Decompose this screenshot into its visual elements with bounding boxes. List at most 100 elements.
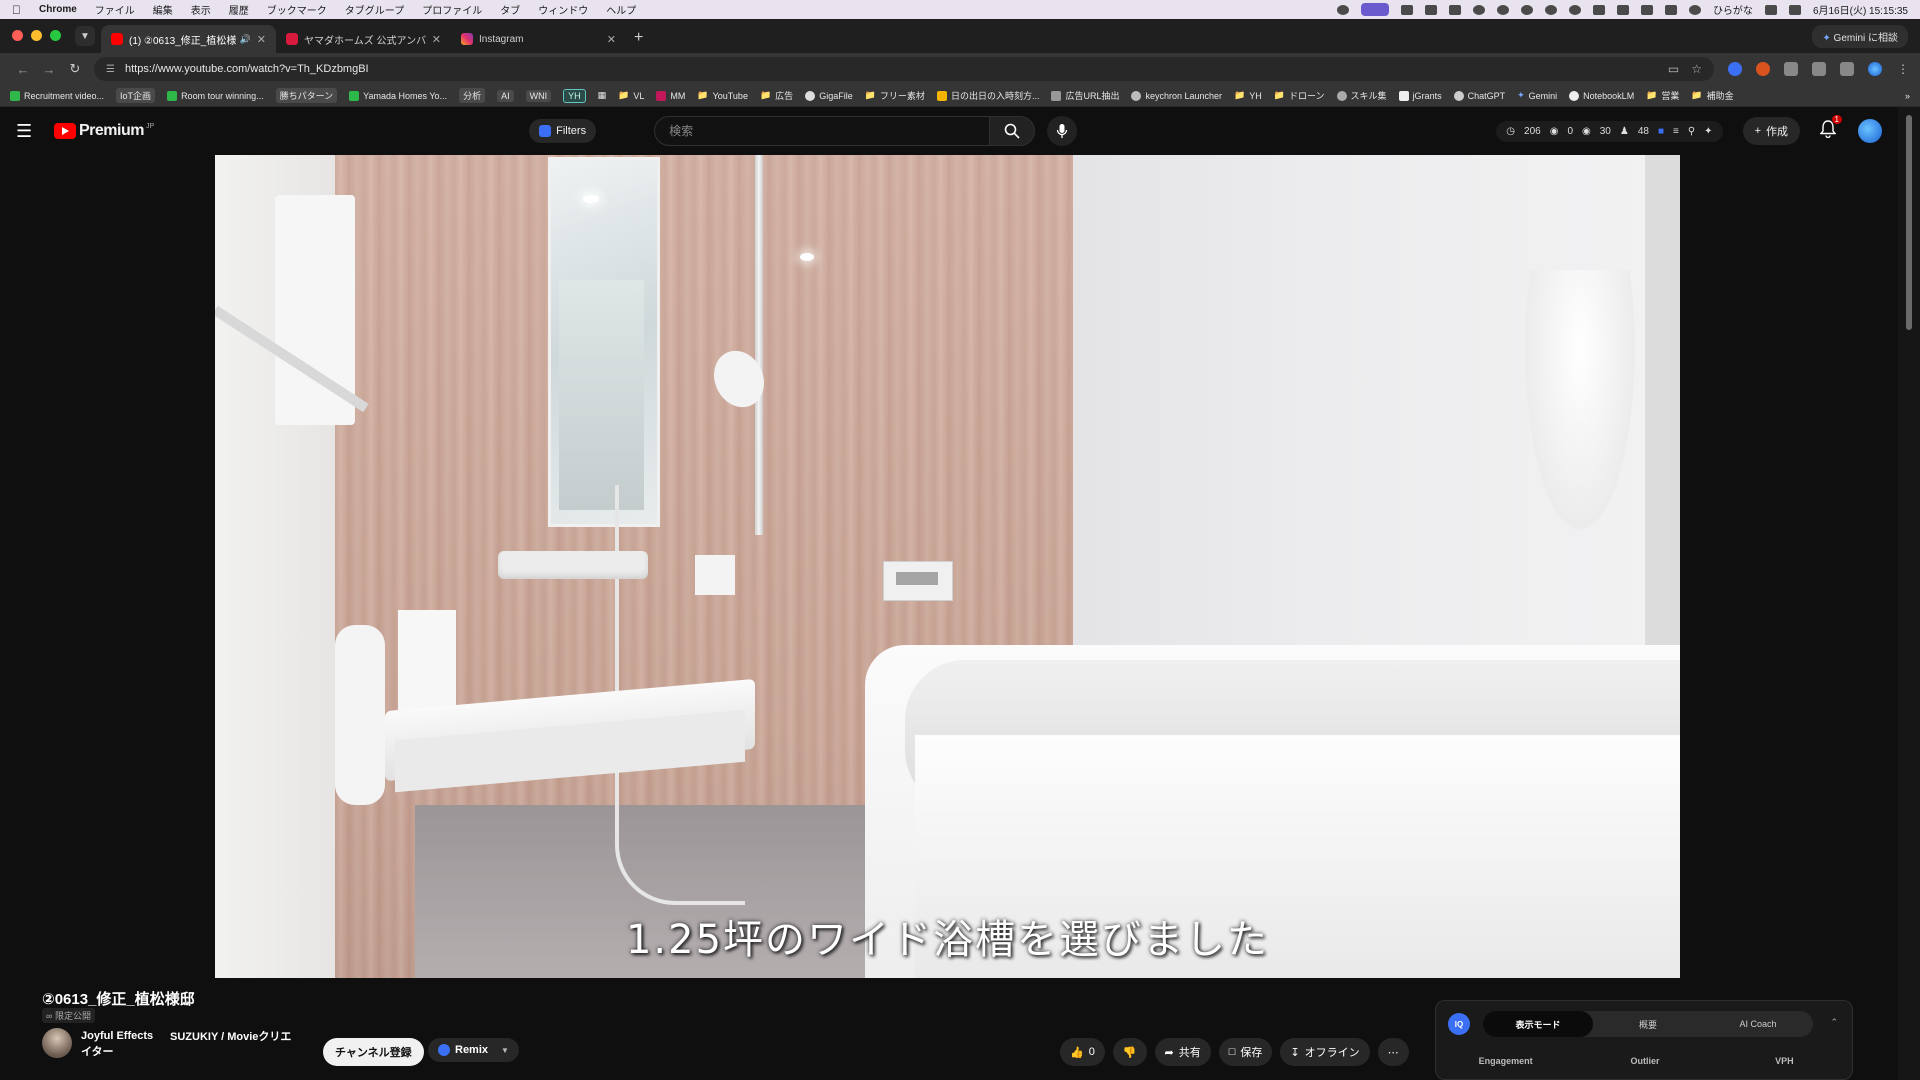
menu-tab[interactable]: タブ <box>500 2 520 17</box>
tab-instagram[interactable]: Instagram ✕ <box>451 25 626 53</box>
bookmark-folder[interactable]: 📁 営業 <box>1646 89 1679 102</box>
bookmark-item[interactable]: ✦ Gemini <box>1517 90 1557 101</box>
share-button[interactable]: ➦ 共有 <box>1154 1038 1211 1066</box>
bookmark-item[interactable]: 日の出日の入時刻方... <box>936 89 1039 102</box>
channel-avatar[interactable] <box>42 1028 72 1058</box>
remix-button[interactable]: Remix ▼ <box>428 1038 519 1062</box>
page-scrollbar[interactable] <box>1898 107 1920 1080</box>
vidiq-tab-display-mode[interactable]: 表示モード <box>1483 1011 1593 1037</box>
status-icon[interactable] <box>1448 4 1461 15</box>
bookmark-folder[interactable]: 📁 YH <box>1234 90 1262 101</box>
bluetooth-icon[interactable] <box>1664 4 1677 15</box>
bookmark-item[interactable]: GigaFile <box>805 90 853 101</box>
search-button[interactable] <box>989 116 1036 146</box>
hamburger-menu-icon[interactable]: ☰ <box>16 121 40 142</box>
app-menu-chrome[interactable]: Chrome <box>39 4 77 15</box>
close-tab-icon[interactable]: ✕ <box>257 33 266 46</box>
media-control-icon[interactable] <box>1840 62 1854 76</box>
close-tab-icon[interactable]: ✕ <box>432 33 441 46</box>
battery-icon[interactable] <box>1592 4 1605 15</box>
bookmark-folder[interactable]: 📁 フリー素材 <box>865 89 925 102</box>
vidiq-filters-button[interactable]: Filters <box>529 119 597 143</box>
extensions-puzzle-icon[interactable] <box>1784 62 1798 76</box>
dislike-button[interactable]: 👎 <box>1112 1038 1147 1066</box>
status-icon[interactable] <box>1400 4 1413 15</box>
bookmark-star-icon[interactable]: ☆ <box>1691 62 1702 76</box>
vidiq-extension-icon[interactable] <box>1728 62 1742 76</box>
search-input[interactable] <box>654 116 990 146</box>
minimize-window-button[interactable] <box>31 30 42 41</box>
menu-window[interactable]: ウィンドウ <box>538 2 588 17</box>
bookmark-item[interactable]: MM <box>656 90 685 101</box>
cast-icon[interactable]: ▭ <box>1668 62 1679 76</box>
status-icon[interactable] <box>1424 4 1437 15</box>
speaker-icon[interactable]: 🔊 <box>240 34 251 45</box>
subscribe-button[interactable]: チャンネル登録 <box>323 1038 424 1066</box>
download-icon[interactable] <box>1812 62 1826 76</box>
menu-history[interactable]: 履歴 <box>229 2 249 17</box>
voice-search-button[interactable] <box>1047 116 1078 146</box>
bookmark-item[interactable]: NotebookLM <box>1569 90 1634 101</box>
bookmark-item[interactable]: スキル集 <box>1336 89 1387 102</box>
profile-avatar-icon[interactable] <box>1868 62 1882 76</box>
bookmark-item[interactable]: 勝ちパターン <box>275 88 338 103</box>
channel-name[interactable]: Joyful Effects <box>81 1030 153 1042</box>
volume-icon[interactable] <box>1640 4 1653 15</box>
ime-indicator[interactable]: ひらがな <box>1713 2 1753 17</box>
bookmark-folder[interactable]: 📁 YouTube <box>697 90 748 101</box>
save-button[interactable]: □ 保存 <box>1218 1038 1273 1066</box>
zoom-window-button[interactable] <box>50 30 61 41</box>
chevron-up-icon[interactable]: ⌃ <box>1830 1017 1838 1028</box>
control-center-icon[interactable] <box>1788 4 1801 15</box>
active-status-icon[interactable] <box>1360 3 1389 16</box>
close-window-button[interactable] <box>12 30 23 41</box>
create-button[interactable]: + 作成 <box>1742 117 1800 145</box>
status-icon[interactable] <box>1472 4 1485 15</box>
status-icon[interactable] <box>1544 4 1557 15</box>
menu-bookmarks[interactable]: ブックマーク <box>267 2 327 17</box>
menu-kebab-icon[interactable]: ⋮ <box>1896 62 1910 76</box>
site-info-icon[interactable]: ☰ <box>106 64 115 75</box>
close-tab-icon[interactable]: ✕ <box>607 33 616 46</box>
menu-tab-groups[interactable]: タブグループ <box>345 2 404 17</box>
bookmark-item[interactable]: YH <box>563 88 586 103</box>
vidiq-stats-bar[interactable]: ◷ 206 ◉ 0 ◉ 30 ♟ 48 ■ ≡ ⚲ ✦ <box>1496 120 1723 142</box>
menu-file[interactable]: ファイル <box>95 2 135 17</box>
menubar-clock[interactable]: 6月16日(火) 15:15:35 <box>1813 2 1908 17</box>
tab-search-chevron-icon[interactable]: ▼ <box>75 26 95 46</box>
tab-youtube[interactable]: (1) ②0613_修正_植松様邸 🔊 ✕ <box>101 25 276 53</box>
bookmark-item[interactable]: 分析 <box>459 88 486 103</box>
more-bookmarks-chevron-icon[interactable]: » <box>1905 91 1910 101</box>
vidiq-tab-overview[interactable]: 概要 <box>1593 1011 1703 1037</box>
offline-button[interactable]: ↧ オフライン <box>1280 1038 1370 1066</box>
bookmark-item[interactable]: WNI <box>525 89 552 102</box>
bookmark-item[interactable]: 広告URL抽出 <box>1051 89 1119 102</box>
bookmark-folder[interactable]: 📁 VL <box>618 90 644 101</box>
bookmark-folder[interactable]: 📁 ドローン <box>1274 89 1325 102</box>
notifications-button[interactable]: 1 <box>1819 114 1842 143</box>
tab-yamada-homes[interactable]: ヤマダホームズ 公式アンバサダー ✕ <box>276 25 451 53</box>
extension-icon[interactable] <box>1756 62 1770 76</box>
menu-help[interactable]: ヘルプ <box>606 2 636 17</box>
menu-edit[interactable]: 編集 <box>153 2 173 17</box>
menu-profiles[interactable]: プロファイル <box>422 2 482 17</box>
youtube-premium-logo[interactable]: Premium JP <box>54 122 154 140</box>
bookmark-item[interactable]: keychron Launcher <box>1131 90 1222 101</box>
forward-icon[interactable]: → <box>36 62 62 77</box>
status-icon[interactable] <box>1520 4 1533 15</box>
gemini-button[interactable]: ✦ Gemini に相談 <box>1812 25 1908 48</box>
menu-view[interactable]: 表示 <box>191 2 211 17</box>
like-button[interactable]: 👍 0 <box>1060 1038 1105 1066</box>
account-avatar[interactable] <box>1858 119 1882 143</box>
more-actions-button[interactable]: ⋯ <box>1377 1038 1409 1066</box>
bookmark-item[interactable]: Yamada Homes Yo... <box>349 90 447 101</box>
status-icon[interactable] <box>1616 4 1629 15</box>
reload-icon[interactable]: ↻ <box>62 61 88 77</box>
apple-menu-icon[interactable]:  <box>12 3 21 17</box>
bookmark-item[interactable]: AI <box>497 89 514 102</box>
apps-grid-icon[interactable]: ▦ <box>598 90 607 101</box>
status-icon[interactable] <box>1496 4 1509 15</box>
video-player[interactable]: 1.25坪のワイド浴槽を選びました <box>215 155 1680 978</box>
airplay-icon[interactable] <box>1764 4 1777 15</box>
bookmark-item[interactable]: Recruitment video... <box>10 90 104 101</box>
